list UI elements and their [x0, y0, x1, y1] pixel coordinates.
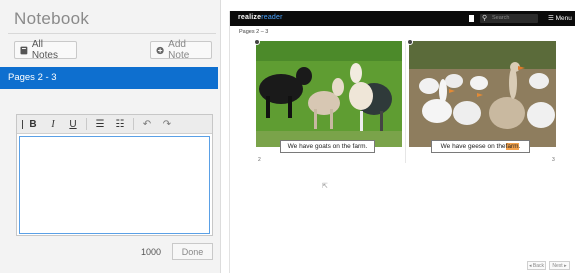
goats-caption: We have goats on the farm. [280, 140, 375, 153]
bold-button[interactable]: B [23, 116, 43, 133]
undo-icon[interactable]: ↶ [137, 116, 157, 133]
toolbar-divider [133, 118, 134, 130]
search-placeholder: Search [492, 15, 510, 21]
reader-panel: realizereader ⚲ Search ☰ Menu Pages 2 – … [229, 11, 575, 273]
notebook-panel: Notebook All Notes Add Note Pages 2 - 3 … [0, 0, 221, 273]
all-notes-button[interactable]: All Notes [14, 39, 77, 61]
done-button[interactable]: Done [172, 243, 213, 260]
brand-logo: realizereader [238, 14, 283, 21]
reader-topbar: realizereader ⚲ Search ☰ Menu [230, 11, 575, 26]
audio-dot-icon[interactable] [407, 39, 413, 45]
next-button[interactable]: Next ▸ [549, 261, 570, 270]
app-root: Notebook All Notes Add Note Pages 2 - 3 … [0, 0, 575, 273]
notebook-icon [20, 46, 28, 54]
note-page-tab[interactable]: Pages 2 - 3 [0, 67, 218, 89]
geese-caption-text: We have geese on the [440, 143, 506, 150]
back-button[interactable]: ◂ Back [527, 261, 546, 270]
geese-caption-end: . [518, 143, 521, 150]
brand-main: realize [238, 14, 262, 21]
notebook-title: Notebook [14, 9, 90, 28]
all-notes-label: All Notes [31, 39, 58, 61]
redo-icon[interactable]: ↷ [157, 116, 177, 133]
goats-photo [256, 41, 402, 147]
add-note-button[interactable]: Add Note [150, 39, 212, 61]
note-editor: B I U ☰ ☷ ↶ ↷ [16, 114, 213, 236]
goats-caption-text: We have goats on the farm. [287, 143, 368, 150]
right-page-number: 3 [552, 157, 555, 163]
mouse-cursor-icon: ⇱ [322, 183, 328, 190]
numbered-list-icon[interactable]: ☷ [110, 116, 130, 133]
text-caret [22, 120, 23, 129]
search-icon: ⚲ [482, 15, 488, 22]
audio-dot-icon[interactable] [254, 39, 260, 45]
geese-caption: We have geese on the farm. [431, 140, 530, 153]
menu-button[interactable]: ☰ Menu [548, 14, 572, 23]
character-count: 1000 [141, 247, 162, 257]
italic-button[interactable]: I [43, 116, 63, 133]
highlighted-word: farm [505, 143, 519, 150]
note-text-area[interactable] [19, 136, 210, 234]
bookmark-icon[interactable] [469, 15, 474, 22]
bullet-list-icon[interactable]: ☰ [90, 116, 110, 133]
pages-indicator: Pages 2 – 3 [239, 29, 269, 35]
editor-toolbar: B I U ☰ ☷ ↶ ↷ [17, 115, 212, 134]
geese-photo [409, 41, 556, 147]
add-note-label: Add Note [168, 39, 190, 61]
toolbar-divider [86, 118, 87, 130]
divider [8, 33, 216, 34]
underline-button[interactable]: U [63, 116, 83, 133]
geese-illustration [409, 41, 556, 147]
brand-accent: reader [261, 14, 283, 21]
left-page-number: 2 [258, 157, 261, 163]
page-divider [405, 41, 406, 163]
plus-circle-icon [156, 46, 164, 54]
goats-illustration [256, 41, 402, 147]
